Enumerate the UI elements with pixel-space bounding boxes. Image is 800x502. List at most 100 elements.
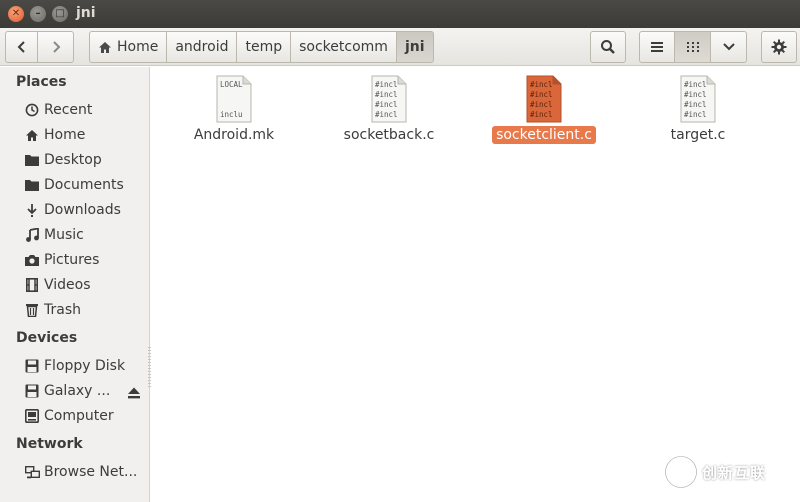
sidebar-item-label: Recent [44, 102, 93, 118]
camera-icon [24, 252, 40, 268]
view-options-button[interactable] [711, 31, 747, 63]
file-preview-line: #incl [375, 80, 398, 89]
file-preview-line: #incl [684, 100, 707, 109]
crumb-label: temp [245, 39, 283, 55]
sidebar-item-label: Downloads [44, 202, 121, 218]
computer-icon [24, 408, 40, 424]
folder-icon [24, 177, 40, 193]
download-icon [24, 202, 40, 218]
file-preview-line: #incl [684, 110, 707, 119]
file-manager-window: ✕ – □ jni Home android temp socketcomm j… [0, 0, 800, 502]
drive-icon [24, 358, 40, 374]
file-name: socketback.c [343, 127, 435, 143]
text-file-icon: #incl #incl #incl #incl [371, 75, 407, 123]
back-button[interactable] [5, 31, 38, 63]
sidebar-item-label: Browse Net... [44, 464, 138, 480]
file-item[interactable]: LOCAL inclu Android.mk [159, 75, 309, 144]
sidebar-item-computer[interactable]: Computer [24, 405, 146, 427]
sidebar-item-floppy-disk[interactable]: Floppy Disk [24, 355, 146, 377]
folder-icon [24, 152, 40, 168]
sidebar-item-label: Trash [44, 302, 81, 318]
film-icon [24, 277, 40, 293]
sidebar-item-label: Home [44, 127, 86, 143]
crumb-label: jni [404, 39, 425, 55]
sidebar-item-home[interactable]: Home [24, 124, 146, 146]
devices-heading: Devices [16, 330, 78, 346]
file-item[interactable]: #incl #incl #incl #incl socketback.c [314, 75, 464, 144]
file-preview-line: #incl [530, 110, 553, 119]
watermark: 创新互联 [664, 455, 766, 489]
crumb-android[interactable]: android [167, 31, 238, 63]
maximize-icon: □ [55, 8, 65, 19]
eject-icon[interactable] [127, 384, 141, 403]
home-icon [98, 41, 112, 54]
maximize-window-button[interactable]: □ [52, 6, 68, 22]
crumb-socketcomm[interactable]: socketcomm [291, 31, 397, 63]
forward-button[interactable] [38, 31, 74, 63]
title-bar: ✕ – □ jni [0, 0, 800, 28]
close-icon: ✕ [11, 8, 21, 19]
home-icon [24, 127, 40, 143]
crumb-label: Home [117, 39, 159, 55]
sidebar-item-trash[interactable]: Trash [24, 299, 146, 321]
file-preview-line: #incl [530, 90, 553, 99]
crumb-home[interactable]: Home [89, 31, 168, 63]
sidebar-item-recent[interactable]: Recent [24, 99, 146, 121]
sidebar-item-label: Pictures [44, 252, 100, 268]
network-heading: Network [16, 436, 83, 452]
watermark-logo-icon [665, 456, 697, 488]
list-icon [651, 42, 663, 52]
file-preview-line: #incl [684, 90, 707, 99]
text-file-icon: #incl #incl #incl #incl [680, 75, 716, 123]
sidebar-item-browse-network[interactable]: Browse Net... [24, 461, 146, 483]
sidebar-item-label: Floppy Disk [44, 358, 126, 374]
chevron-down-icon [722, 43, 735, 51]
minimize-window-button[interactable]: – [30, 6, 46, 22]
file-item-selected[interactable]: #incl #incl #incl #incl socketclient.c [469, 75, 619, 144]
sidebar-item-label: Videos [44, 277, 91, 293]
minimize-icon: – [35, 8, 41, 19]
grid-icon [686, 42, 699, 52]
file-name: socketclient.c [492, 126, 596, 144]
drive-icon [24, 383, 40, 399]
sidebar-item-pictures[interactable]: Pictures [24, 249, 146, 271]
sidebar: Places Recent Home Desktop Documents Dow… [0, 67, 151, 502]
text-file-icon: #incl #incl #incl #incl [526, 75, 562, 123]
file-preview-line: #incl [684, 80, 707, 89]
chevron-left-icon [17, 41, 25, 53]
file-item[interactable]: #incl #incl #incl #incl target.c [623, 75, 773, 144]
chevron-right-icon [52, 41, 60, 53]
file-preview-line: #incl [375, 100, 398, 109]
list-view-button[interactable] [639, 31, 675, 63]
settings-button[interactable] [761, 31, 797, 63]
breadcrumb: Home android temp socketcomm jni [89, 31, 434, 63]
file-name: target.c [670, 127, 726, 143]
file-preview-line: inclu [220, 110, 243, 119]
sidebar-item-videos[interactable]: Videos [24, 274, 146, 296]
file-name: Android.mk [193, 127, 275, 143]
trash-icon [24, 302, 40, 318]
toolbar: Home android temp socketcomm jni [0, 28, 800, 66]
sidebar-item-documents[interactable]: Documents [24, 174, 146, 196]
search-button[interactable] [590, 31, 626, 63]
file-preview-line: #incl [530, 100, 553, 109]
sidebar-item-downloads[interactable]: Downloads [24, 199, 146, 221]
window-title: jni [76, 5, 96, 21]
crumb-jni[interactable]: jni [396, 31, 434, 63]
file-preview-line: #incl [530, 80, 553, 89]
file-preview-line: #incl [375, 90, 398, 99]
file-view[interactable]: LOCAL inclu Android.mk #incl #incl #incl… [151, 67, 800, 502]
sidebar-item-music[interactable]: Music [24, 224, 146, 246]
sidebar-item-label: Music [44, 227, 84, 243]
watermark-text: 创新互联 [702, 463, 767, 482]
close-window-button[interactable]: ✕ [8, 6, 24, 22]
file-preview-line: #incl [375, 110, 398, 119]
sidebar-item-desktop[interactable]: Desktop [24, 149, 146, 171]
clock-icon [24, 102, 40, 118]
network-icon [24, 464, 40, 480]
places-heading: Places [16, 74, 67, 90]
grid-view-button[interactable] [675, 31, 711, 63]
crumb-temp[interactable]: temp [237, 31, 292, 63]
gear-icon [771, 39, 787, 55]
file-preview-line: LOCAL [220, 80, 243, 89]
